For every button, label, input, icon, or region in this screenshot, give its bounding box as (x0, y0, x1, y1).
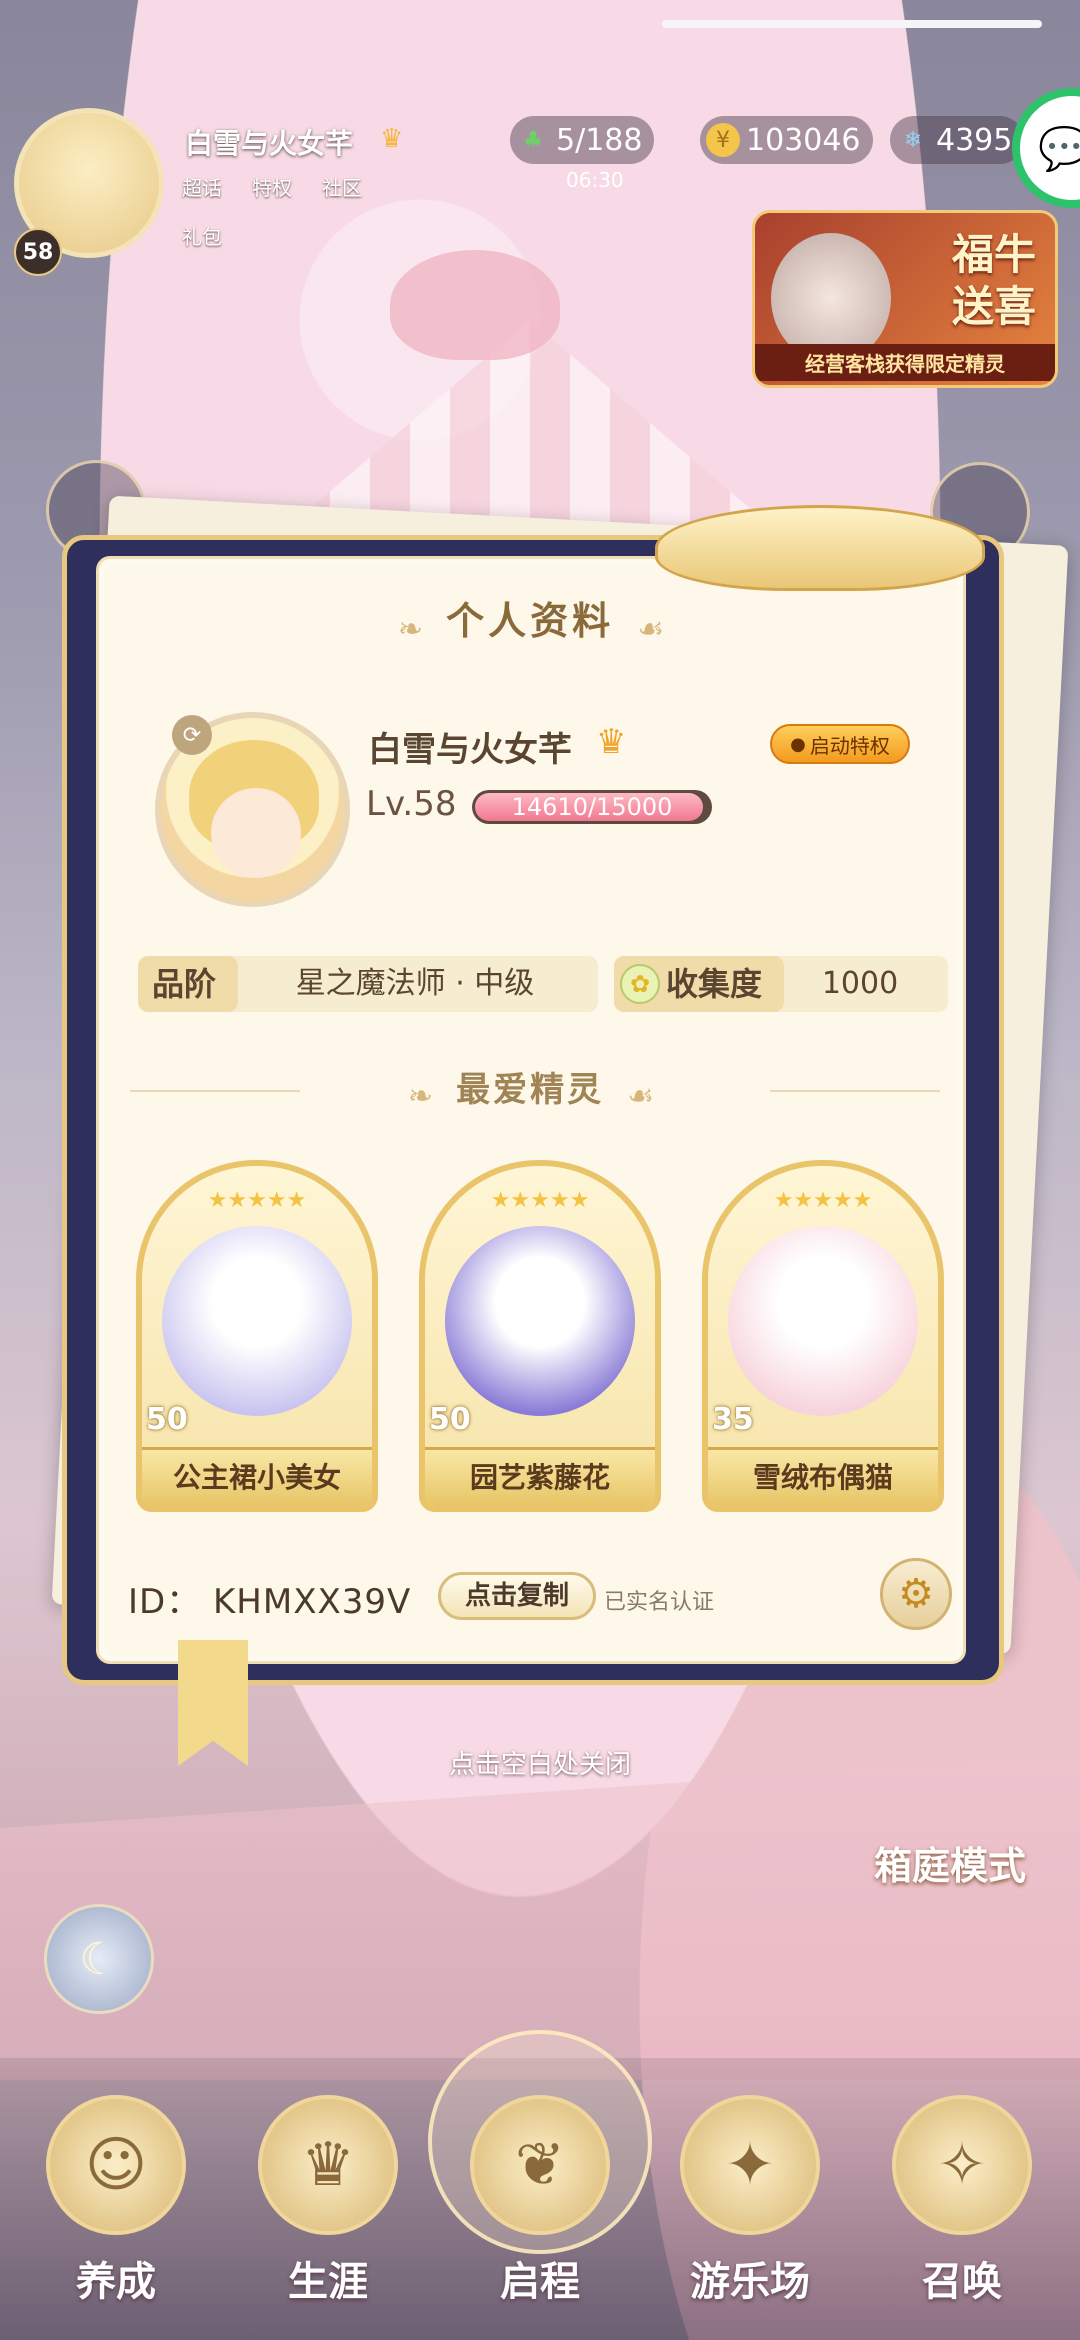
hud-link-topic[interactable]: 超话 (182, 172, 222, 201)
nav-item-playground[interactable]: ✦ 游乐场 (660, 2075, 840, 2335)
activate-privilege-button[interactable]: ● 启动特权 (770, 724, 910, 764)
nav-item-cultivate[interactable]: ☺ 养成 (26, 2075, 206, 2335)
nav-item-summon[interactable]: ✧ 召唤 (872, 2075, 1052, 2335)
sprite-portrait (445, 1226, 635, 1416)
nav-item-career[interactable]: ♛ 生涯 (238, 2075, 418, 2335)
close-hint: 点击空白处关闭 (448, 1750, 631, 1780)
avatar-frame-icon[interactable]: ⟳ (172, 715, 212, 755)
flower-icon: ✿ (620, 964, 660, 1004)
sprite-portrait (162, 1226, 352, 1416)
sprite-level: 50 (429, 1402, 471, 1437)
profile-title-row: ❧ 个人资料 ☙ (96, 590, 966, 647)
gem-value: 4395 (936, 122, 1013, 158)
collection-value: 1000 (821, 966, 899, 1001)
promo-subtitle: 经营客栈获得限定精灵 (755, 344, 1055, 381)
clover-counter[interactable]: ♣ 5/188 (510, 116, 655, 164)
rarity-stars: ★★★★★ (773, 1188, 873, 1213)
snowflake-gem-icon: ❄ (903, 127, 923, 153)
rank-label: 品阶 (152, 965, 217, 1003)
star-emblem-icon: ✦ (680, 2095, 820, 2235)
coin-icon: ¥ (706, 123, 740, 157)
sprite-level: 50 (146, 1402, 188, 1437)
status-bar-indicator (662, 20, 1042, 28)
privilege-icon: ● (790, 733, 806, 755)
rarity-stars: ★★★★★ (490, 1188, 590, 1213)
hud-level-badge: 58 (14, 228, 62, 276)
sprite-name: 公主裙小美女 (142, 1447, 372, 1506)
profile-title: 个人资料 (446, 598, 615, 643)
crown-icon: ♛ (258, 2095, 398, 2235)
gear-icon[interactable]: ⚙ (880, 1558, 952, 1630)
flourish-left-icon: ❧ (397, 612, 424, 647)
hud-link-community[interactable]: 社区 (322, 172, 362, 201)
favorite-card[interactable]: ★★★★★ 35 雪绒布偶猫 (702, 1160, 944, 1512)
nav-label: 召唤 (922, 2259, 1002, 2305)
sprite-name: 园艺紫藤花 (425, 1447, 655, 1506)
player-id: ID： KHMXX39V (128, 1582, 412, 1622)
sprite-portrait (728, 1226, 918, 1416)
sprite-name: 雪绒布偶猫 (708, 1447, 938, 1506)
promo-banner[interactable]: 福牛送喜 经营客栈获得限定精灵 (752, 210, 1058, 388)
clover-icon: ♣ (523, 127, 543, 153)
profile-name: 白雪与火女芊 (368, 730, 572, 770)
avatar-face (211, 788, 301, 878)
xp-text: 14610/15000 (511, 793, 673, 821)
nav-item-journey[interactable]: ❦ 启程 (450, 2075, 630, 2335)
profile-level: Lv.58 (366, 784, 457, 824)
sparkle-card-icon: ✧ (892, 2095, 1032, 2235)
crown-ornament (655, 505, 985, 591)
copy-id-button[interactable]: 点击复制 (438, 1572, 596, 1620)
crown-icon: ♛ (380, 124, 404, 154)
nav-label: 启程 (500, 2259, 580, 2305)
collection-label: 收集度 (666, 965, 763, 1003)
hud-links: 超话 特权 社区 礼包 (182, 172, 412, 250)
favorite-card[interactable]: ★★★★★ 50 公主裙小美女 (136, 1160, 378, 1512)
promo-title: 福牛送喜 (951, 230, 1036, 331)
sprite-level: 35 (712, 1402, 754, 1437)
nav-label: 生涯 (288, 2259, 368, 2305)
gem-counter[interactable]: ❄ 4395 (890, 116, 1025, 164)
moon-icon[interactable]: ☾ (44, 1904, 154, 2014)
flourish-right-icon: ☙ (637, 612, 665, 647)
verified-status: 已实名认证 (604, 1590, 715, 1615)
favorite-card[interactable]: ★★★★★ 50 园艺紫藤花 (419, 1160, 661, 1512)
favorites-title: 最爱精灵 (456, 1070, 605, 1110)
nav-label: 养成 (76, 2259, 156, 2305)
book-icon: ❦ (470, 2095, 610, 2235)
rank-value: 星之魔法师 · 中级 (295, 966, 535, 1001)
hud-link-privilege[interactable]: 特权 (252, 172, 292, 201)
garden-mode-button[interactable]: 箱庭模式 (860, 1840, 1040, 1970)
clover-value: 5/188 (556, 122, 643, 158)
flourish-left-icon: ❧ (407, 1079, 434, 1114)
nav-label: 游乐场 (690, 2259, 810, 2305)
coin-value: 103046 (746, 122, 861, 158)
privilege-label: 启动特权 (809, 733, 890, 758)
chat-bubble-icon: 💬 (1038, 124, 1080, 173)
coin-counter[interactable]: ¥ 103046 (700, 116, 873, 164)
rarity-stars: ★★★★★ (207, 1188, 307, 1213)
girl-face-icon: ☺ (46, 2095, 186, 2235)
hud-player-name: 白雪与火女芊 (185, 127, 354, 160)
flourish-right-icon: ☙ (627, 1079, 655, 1114)
vip-crown-icon: ♛ (596, 722, 627, 762)
favorites-title-row: ❧ 最爱精灵 ☙ (96, 1062, 966, 1114)
clover-timer: 06:30 (566, 168, 624, 192)
hud-link-gift[interactable]: 礼包 (182, 221, 222, 250)
